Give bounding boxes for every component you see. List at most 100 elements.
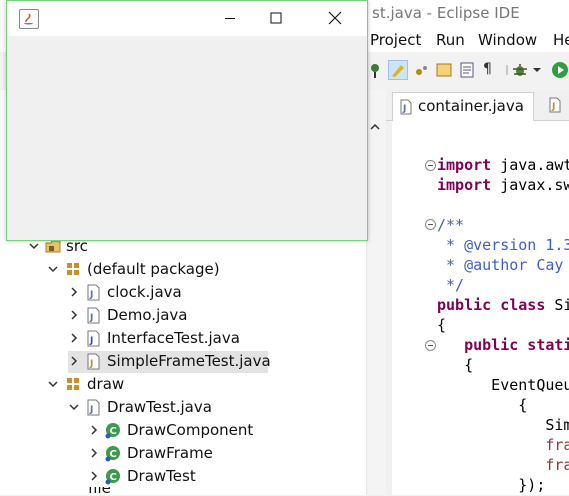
java-frame-window[interactable] — [6, 0, 368, 241]
tree-item-class[interactable]: C DrawTest — [88, 466, 288, 488]
debug-icon[interactable] — [511, 61, 529, 79]
code-line: import java.awt — [437, 156, 569, 176]
fold-icon[interactable] — [425, 219, 436, 230]
tree-item-file[interactable]: J clock.java — [68, 282, 268, 304]
pin-icon[interactable] — [366, 61, 384, 79]
tree-item-label: draw — [87, 375, 125, 393]
chevron-right-icon[interactable] — [68, 286, 80, 298]
svg-text:J: J — [551, 102, 555, 112]
java-file-icon: J — [87, 307, 100, 324]
code-comment-line: * @author Cay — [437, 256, 564, 274]
tree-item-class[interactable]: C DrawComponent — [88, 420, 288, 442]
chevron-right-icon[interactable] — [88, 424, 100, 436]
chevron-right-icon[interactable] — [68, 355, 80, 367]
chevron-down-icon[interactable] — [531, 61, 543, 79]
maximize-icon[interactable] — [253, 1, 299, 36]
svg-text:C: C — [110, 449, 117, 460]
menu-run[interactable]: Run — [436, 31, 465, 49]
annotation-icon[interactable] — [435, 61, 453, 79]
chevron-right-icon[interactable] — [68, 309, 80, 321]
code-keyword: import — [437, 156, 492, 174]
class-icon: C — [105, 446, 120, 462]
highlight-icon[interactable] — [388, 60, 408, 80]
code-text: java.awt — [491, 156, 569, 174]
tree-item-label: InterfaceTest.java — [107, 329, 240, 347]
svg-text:C: C — [110, 426, 117, 437]
svg-text:J: J — [89, 290, 93, 300]
tree-item-file[interactable]: J Demo.java — [68, 305, 268, 327]
svg-text:J: J — [89, 405, 93, 415]
tree-item-label: SimpleFrameTest.java — [107, 352, 271, 370]
code-line: { — [437, 356, 474, 374]
tree-item-label: clock.java — [107, 283, 182, 301]
tab-label: container.java — [418, 97, 524, 115]
tree-item-class[interactable]: C DrawFrame — [88, 443, 288, 465]
chevron-down-icon[interactable] — [47, 378, 59, 390]
java-file-icon: J — [87, 399, 100, 416]
chevron-right-icon[interactable] — [88, 447, 100, 459]
menu-help[interactable]: He — [553, 31, 569, 49]
code-line: }); — [437, 476, 546, 494]
code-text: javax.sw — [491, 176, 569, 194]
tab-container-java[interactable]: J container.java — [392, 92, 534, 121]
menu-project[interactable]: Project — [370, 31, 421, 49]
java-file-icon: J — [400, 99, 412, 115]
close-icon[interactable] — [312, 1, 358, 36]
chevron-down-icon[interactable] — [28, 240, 40, 252]
tree-item-file[interactable]: J InterfaceTest.java — [68, 328, 268, 350]
code-line: { — [437, 316, 447, 334]
occurrence-icon[interactable] — [413, 61, 431, 79]
java-file-icon[interactable]: J — [548, 97, 562, 113]
code-comment-line: * @version 1.3 — [437, 236, 569, 254]
svg-text:J: J — [89, 359, 93, 369]
code-keyword: import — [437, 176, 492, 194]
code-comment-line: */ — [437, 276, 465, 294]
tree-item-draw-package[interactable]: draw — [47, 374, 247, 396]
explorer-scroll-gutter[interactable] — [366, 90, 387, 495]
java-file-icon: J — [87, 353, 100, 370]
tree-item-file[interactable]: J DrawTest.java — [68, 397, 268, 419]
eclipse-window-title: st.java - Eclipse IDE — [372, 4, 520, 22]
chevron-down-icon[interactable] — [68, 401, 80, 413]
code-line: EventQueu — [437, 376, 569, 394]
code-line: fra — [437, 456, 569, 474]
whitespace-icon[interactable]: ¶ — [483, 61, 501, 79]
tree-item-label: DrawTest.java — [107, 398, 212, 416]
editor-ruler — [386, 121, 392, 495]
run-icon[interactable] — [551, 61, 569, 79]
code-line: { — [437, 396, 528, 414]
svg-text:J: J — [402, 104, 406, 114]
java-file-icon: J — [87, 284, 100, 301]
java-app-icon — [19, 9, 39, 29]
tree-item-label: DrawFrame — [127, 444, 213, 462]
tree-item-label: Demo.java — [107, 306, 188, 324]
package-icon — [67, 263, 79, 275]
java-file-icon: J — [87, 330, 100, 347]
java-frame-titlebar[interactable] — [7, 1, 367, 36]
minimize-icon[interactable] — [207, 1, 253, 36]
package-icon — [67, 378, 79, 390]
code-keyword: public class — [437, 296, 546, 314]
tree-item-partial[interactable]: file — [68, 487, 268, 495]
chevron-down-icon[interactable] — [47, 263, 59, 275]
class-icon: C — [105, 469, 120, 485]
menu-window[interactable]: Window — [478, 31, 537, 49]
code-comment-line: /** — [437, 216, 465, 234]
svg-text:J: J — [89, 336, 93, 346]
tree-item-default-package[interactable]: (default package) — [47, 259, 247, 281]
code-text: Si — [554, 296, 569, 314]
tree-item-label: DrawComponent — [127, 421, 254, 439]
document-icon[interactable] — [458, 61, 476, 79]
chevron-right-icon[interactable] — [88, 470, 100, 482]
tree-item-file-selected[interactable]: J SimpleFrameTest.java — [68, 351, 271, 373]
tree-item-label: file — [88, 487, 111, 495]
class-icon: C — [105, 423, 120, 439]
chevron-right-icon[interactable] — [68, 332, 80, 344]
fold-icon[interactable] — [425, 340, 436, 351]
scroll-up-icon[interactable] — [369, 121, 381, 133]
tree-item-label: (default package) — [87, 260, 220, 278]
svg-text:C: C — [110, 472, 117, 483]
tree-item-label: DrawTest — [127, 467, 196, 485]
fold-icon[interactable] — [425, 160, 436, 171]
code-line: public stati — [437, 336, 569, 354]
